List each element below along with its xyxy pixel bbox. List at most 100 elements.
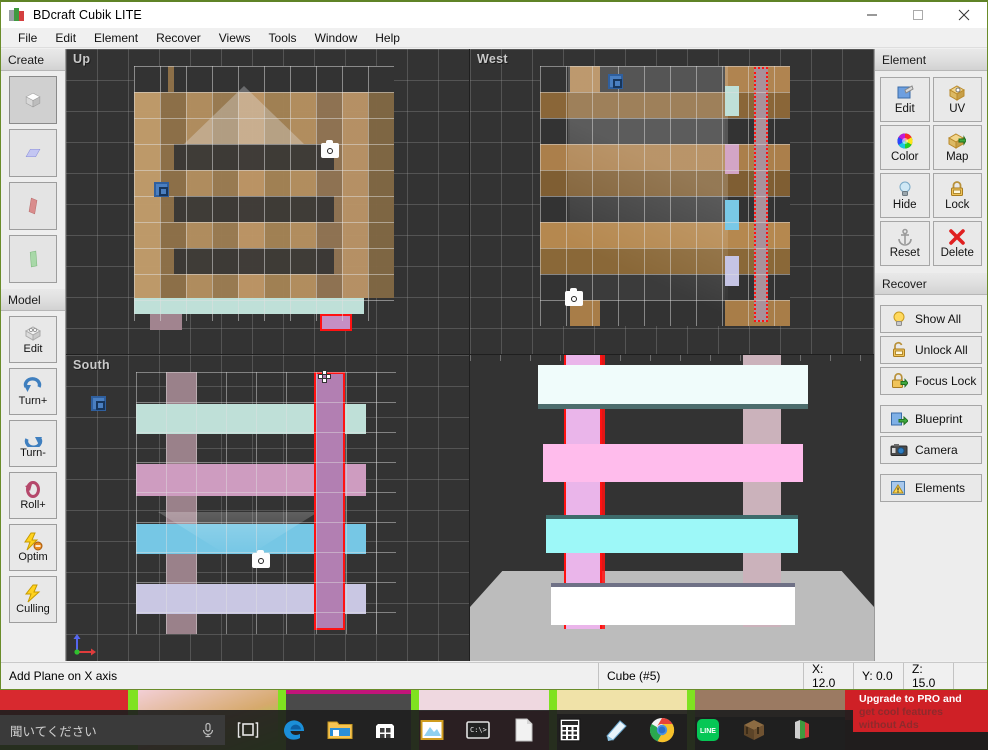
line-button[interactable]: LINE xyxy=(685,710,731,750)
plane-x-tool[interactable] xyxy=(9,182,57,230)
uv-button[interactable]: UV xyxy=(932,77,982,122)
plane-red-icon xyxy=(28,197,38,215)
show-all-label: Show All xyxy=(915,312,962,326)
title-bar: BDcraft Cubik LITE xyxy=(1,2,987,28)
selected-element-west[interactable] xyxy=(754,67,768,322)
slab-pink xyxy=(543,444,803,482)
cubik-button[interactable] xyxy=(777,710,823,750)
chrome-button[interactable] xyxy=(639,710,685,750)
ad-line-1: Upgrade to PRO and xyxy=(859,693,962,705)
menu-file[interactable]: File xyxy=(9,29,46,47)
viewport-west[interactable]: West xyxy=(470,49,874,355)
slab-cyan xyxy=(546,517,798,553)
elements-button[interactable]: Elements xyxy=(880,474,982,502)
elements-icon xyxy=(891,481,905,495)
show-all-button[interactable]: Show All xyxy=(880,305,982,333)
delete-button[interactable]: Delete xyxy=(932,221,982,266)
file-explorer-button[interactable] xyxy=(317,710,363,750)
menu-edit[interactable]: Edit xyxy=(46,29,85,47)
maximize-button[interactable] xyxy=(895,2,941,28)
ad-line-2: get cool features xyxy=(859,706,944,718)
hide-label: Hide xyxy=(892,199,917,211)
model-panel-body: Edit Turn+ Turn- Roll+ Optim Culling xyxy=(1,311,65,629)
photos-button[interactable] xyxy=(409,710,455,750)
optimize-button[interactable]: Optim xyxy=(9,524,57,571)
elements-label: Elements xyxy=(915,481,966,495)
notepad-button[interactable] xyxy=(501,710,547,750)
viewport-south-camera-marker[interactable] xyxy=(252,550,270,568)
unlock-all-button[interactable]: Unlock All xyxy=(880,336,982,364)
store-icon xyxy=(376,724,394,738)
turn-plus-label: Turn+ xyxy=(18,395,48,407)
slab-top xyxy=(538,365,808,407)
calculator-button[interactable] xyxy=(547,710,593,750)
lock-button[interactable]: Lock xyxy=(932,173,982,218)
viewport-up[interactable]: Up xyxy=(66,49,470,355)
reset-label: Reset xyxy=(889,247,920,259)
roll-plus-button[interactable]: Roll+ xyxy=(9,472,57,519)
task-view-button[interactable] xyxy=(225,710,271,750)
status-spacer xyxy=(954,663,987,689)
menu-element[interactable]: Element xyxy=(85,29,147,47)
turn-minus-button[interactable]: Turn- xyxy=(9,420,57,467)
menu-recover[interactable]: Recover xyxy=(147,29,210,47)
plane-blue-icon xyxy=(25,149,41,157)
minimize-button[interactable] xyxy=(849,2,895,28)
viewport-up-label: Up xyxy=(73,52,91,66)
blueprint-button[interactable]: Blueprint xyxy=(880,405,982,433)
unlock-icon xyxy=(893,341,905,357)
element-edit-button[interactable]: Edit xyxy=(880,77,930,122)
microphone-icon[interactable] xyxy=(201,722,215,738)
bulb-icon xyxy=(893,311,905,326)
viewport-west-camera-marker[interactable] xyxy=(565,288,583,306)
pro-upgrade-ad[interactable]: Upgrade to PRO and get cool features wit… xyxy=(853,690,988,732)
turn-minus-icon xyxy=(24,437,43,447)
turn-plus-button[interactable]: Turn+ xyxy=(9,368,57,415)
blueprint-label: Blueprint xyxy=(915,412,963,426)
paint-button[interactable] xyxy=(593,710,639,750)
edge-button[interactable] xyxy=(271,710,317,750)
window-controls xyxy=(849,2,987,28)
svg-text:LINE: LINE xyxy=(700,728,716,735)
focus-lock-button[interactable]: Focus Lock xyxy=(880,367,982,395)
search-input[interactable]: 聞いてください xyxy=(0,715,225,745)
viewport-south-origin-handle[interactable] xyxy=(91,396,106,411)
window-title: BDcraft Cubik LITE xyxy=(33,8,142,22)
plane-y-tool[interactable] xyxy=(9,129,57,177)
selected-element-south[interactable] xyxy=(314,372,345,630)
viewport-perspective[interactable] xyxy=(470,355,874,661)
viewport-up-origin-handle[interactable] xyxy=(154,182,169,197)
minecraft-button[interactable] xyxy=(731,710,777,750)
selected-element-up[interactable] xyxy=(320,314,352,331)
map-button[interactable]: Map xyxy=(932,125,982,170)
chrome-icon xyxy=(649,718,675,743)
camera-button[interactable]: Camera xyxy=(880,436,982,464)
model-edit-button[interactable]: Edit xyxy=(9,316,57,363)
viewport-south[interactable]: South xyxy=(66,355,470,661)
viewport-up-camera-marker[interactable] xyxy=(321,140,339,158)
right-panel: Element Edit UV Color Map Hide Lock Rese… xyxy=(874,49,987,661)
viewport-west-model xyxy=(540,66,790,326)
roll-plus-label: Roll+ xyxy=(20,499,46,511)
menu-views[interactable]: Views xyxy=(210,29,260,47)
status-element: Cube (#5) xyxy=(599,663,804,689)
close-button[interactable] xyxy=(941,2,987,28)
reset-button[interactable]: Reset xyxy=(880,221,930,266)
plane-z-tool[interactable] xyxy=(9,235,57,283)
menu-window[interactable]: Window xyxy=(306,29,367,47)
color-button[interactable]: Color xyxy=(880,125,930,170)
store-button[interactable] xyxy=(363,710,409,750)
taskbar: 聞いてください C:\> LINE xyxy=(0,710,988,750)
viewport-west-origin-handle[interactable] xyxy=(608,74,623,89)
blueprint-icon xyxy=(891,412,908,426)
viewport-west-label: West xyxy=(477,52,508,66)
create-panel-body xyxy=(1,71,65,289)
hide-button[interactable]: Hide xyxy=(880,173,930,218)
cmd-button[interactable]: C:\> xyxy=(455,710,501,750)
map-label: Map xyxy=(946,151,969,163)
culling-button[interactable]: Culling xyxy=(9,576,57,623)
create-panel-title: Create xyxy=(1,49,65,71)
cube-tool[interactable] xyxy=(9,76,57,124)
menu-tools[interactable]: Tools xyxy=(260,29,306,47)
menu-help[interactable]: Help xyxy=(366,29,409,47)
